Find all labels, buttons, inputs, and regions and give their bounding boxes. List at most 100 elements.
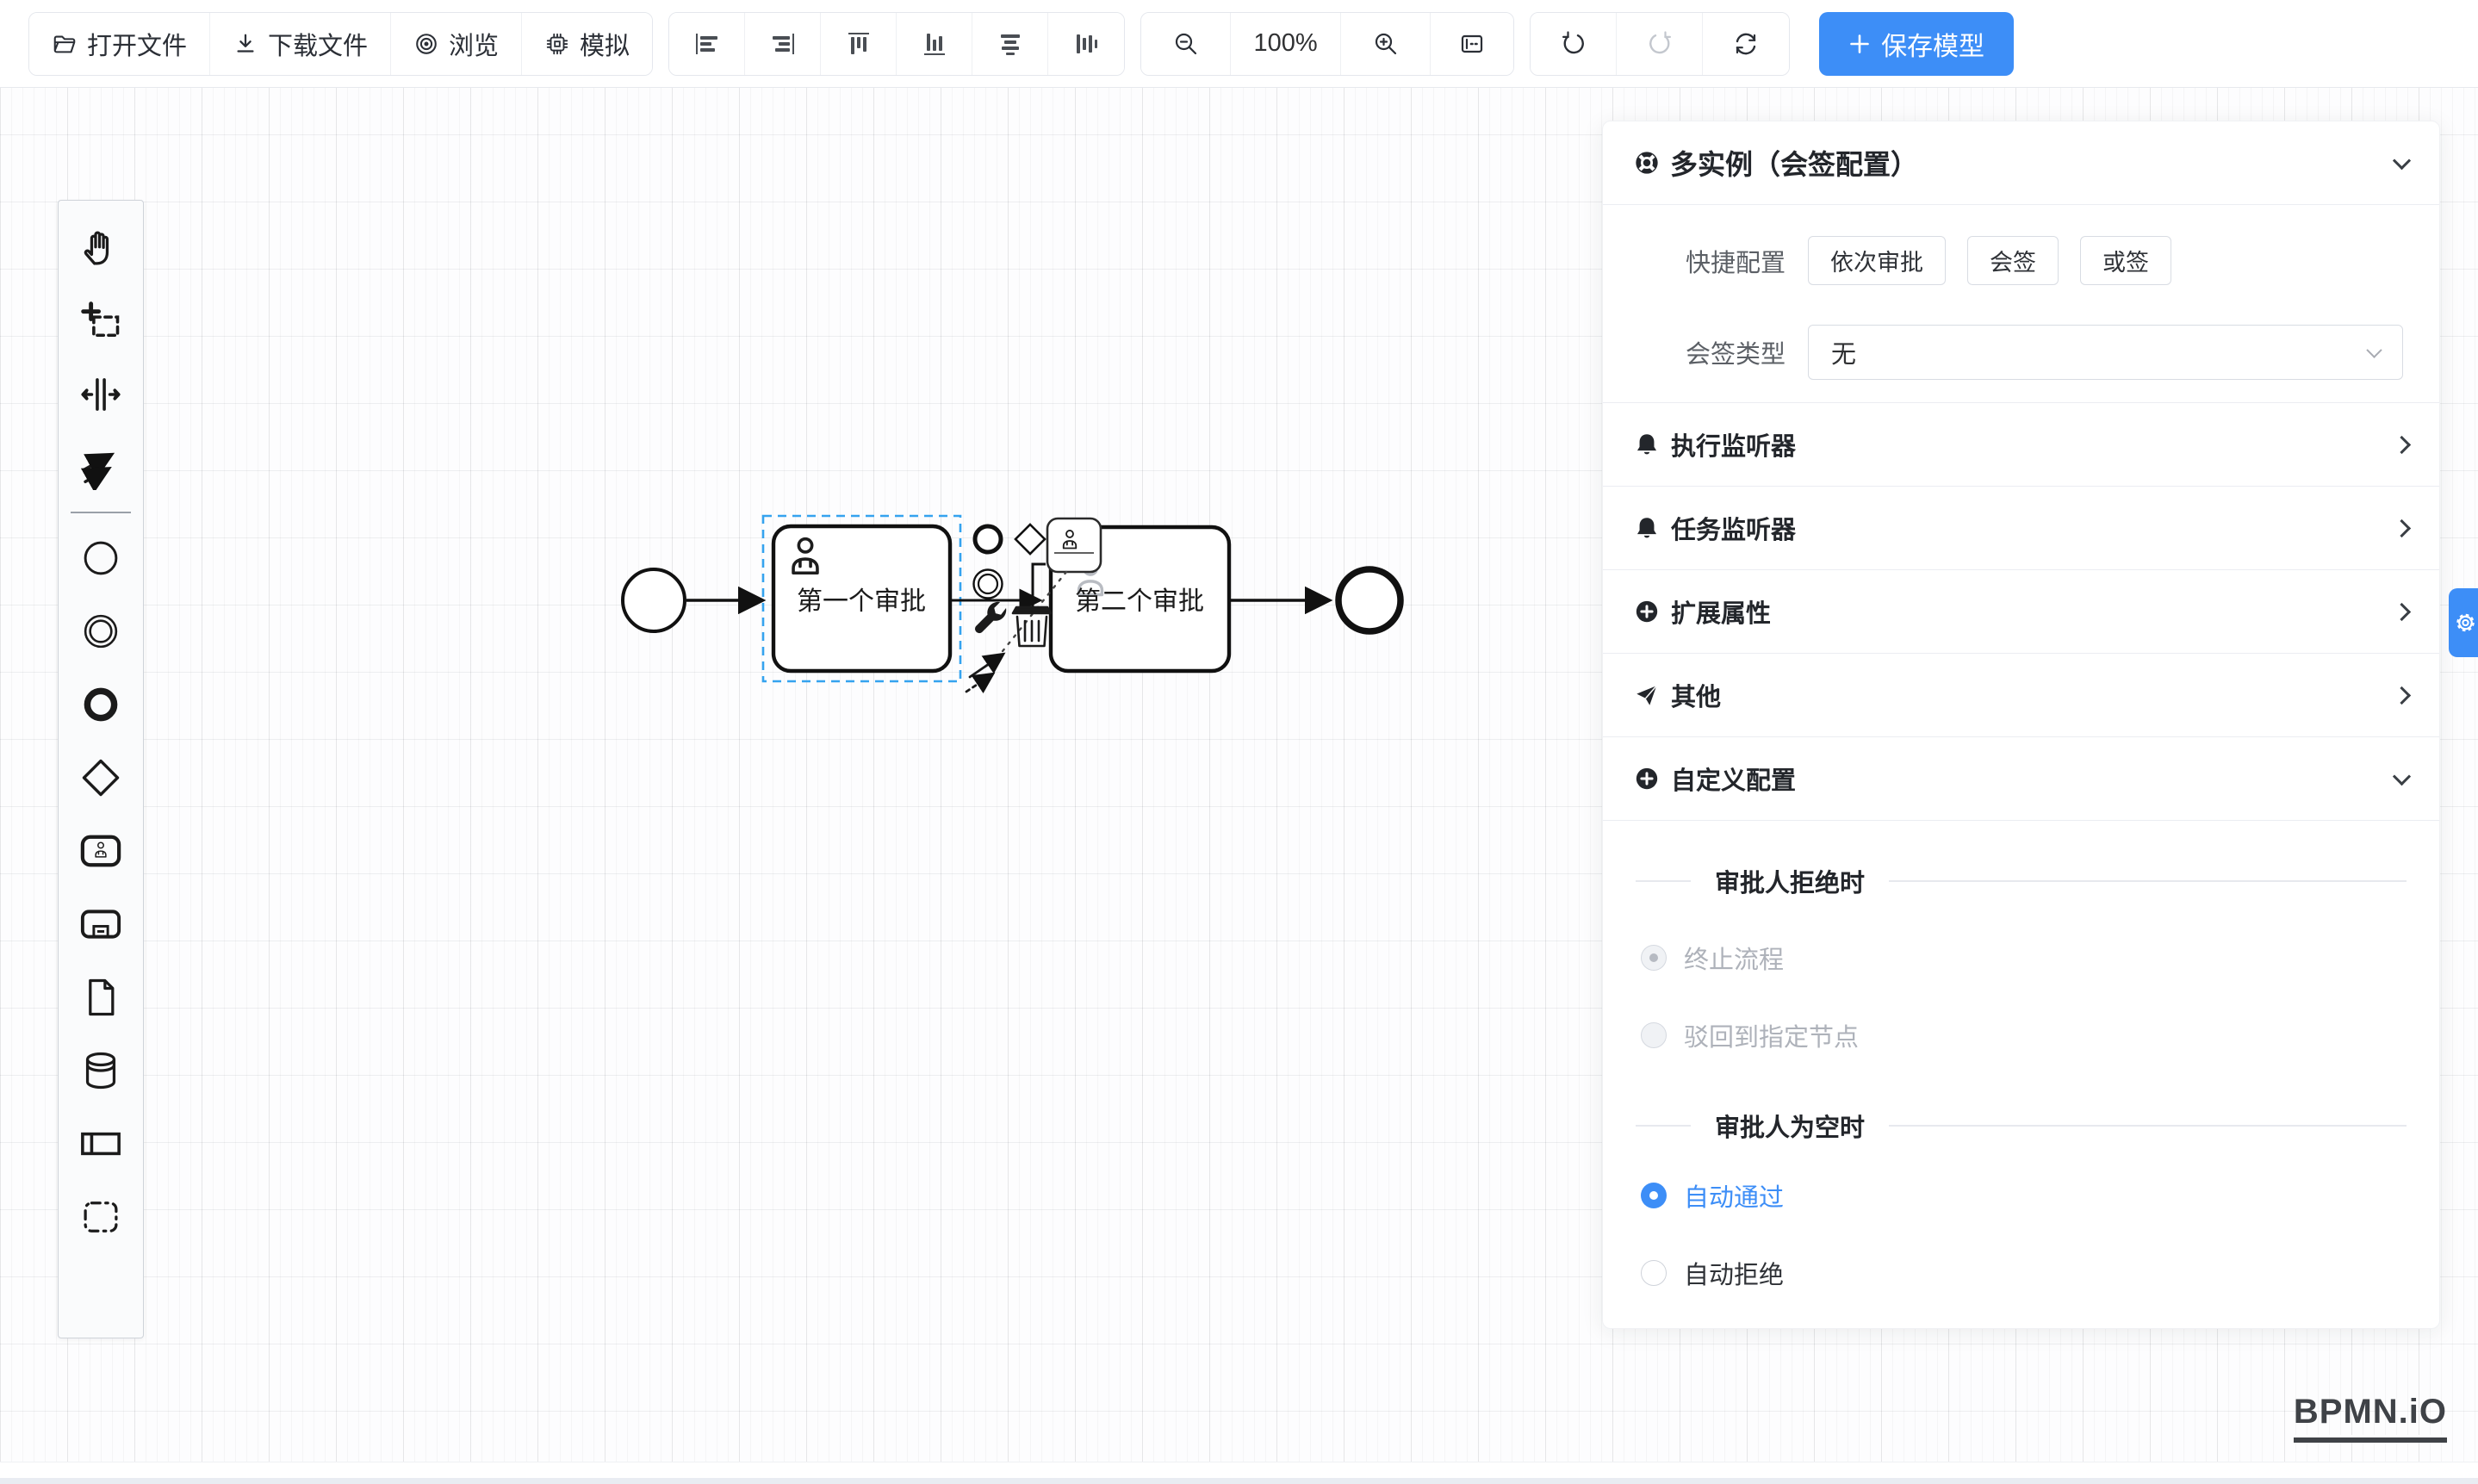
- panel-header[interactable]: 多实例（会签配置）: [1603, 121, 2439, 205]
- plus-circle-icon: [1634, 766, 1660, 792]
- chevron-down-icon: [2393, 767, 2411, 785]
- open-file-button[interactable]: 打开文件: [29, 13, 210, 75]
- zoom-out-icon: [1172, 30, 1200, 58]
- create-intermediate-event[interactable]: [59, 594, 143, 667]
- context-pad-append-end-event[interactable]: [975, 526, 1001, 552]
- plus-circle-icon: [1634, 599, 1660, 624]
- lasso-tool[interactable]: [59, 284, 143, 357]
- empty-group-title: 审批人为空时: [1636, 1108, 2407, 1143]
- chevron-down-icon: [2393, 152, 2411, 170]
- align-bottom-button[interactable]: [897, 13, 972, 75]
- quick-option-orsign[interactable]: 或签: [2080, 236, 2171, 285]
- zoom-button-group: 100%: [1140, 12, 1514, 76]
- bottom-edge: [0, 1478, 2478, 1484]
- chevron-right-icon: [2393, 518, 2411, 537]
- create-end-event[interactable]: [59, 667, 143, 741]
- section-execution-listener[interactable]: 执行监听器: [1603, 403, 2439, 487]
- create-participant[interactable]: [59, 1107, 143, 1180]
- save-model-button[interactable]: 保存模型: [1819, 12, 2014, 76]
- settings-edge-tab[interactable]: [2449, 588, 2478, 657]
- radio-return-to-node[interactable]: 驳回到指定节点: [1641, 1017, 2439, 1053]
- radio-selected-disabled-icon: [1641, 945, 1667, 971]
- reset-button[interactable]: [1703, 13, 1789, 75]
- save-model-label: 保存模型: [1881, 25, 1984, 63]
- participant-icon: [78, 1121, 123, 1166]
- zoom-in-button[interactable]: [1341, 13, 1431, 75]
- reject-group-title: 审批人拒绝时: [1636, 864, 2407, 898]
- create-data-store[interactable]: [59, 1034, 143, 1107]
- chevron-right-icon: [2393, 602, 2411, 620]
- quick-option-countersign[interactable]: 会签: [1967, 236, 2059, 285]
- section-task-listener[interactable]: 任务监听器: [1603, 487, 2439, 570]
- create-start-event[interactable]: [59, 521, 143, 594]
- radio-auto-reject[interactable]: 自动拒绝: [1641, 1255, 2439, 1291]
- start-event[interactable]: [623, 569, 685, 631]
- create-group[interactable]: [59, 1180, 143, 1253]
- fit-viewport-button[interactable]: [1431, 13, 1513, 75]
- gateway-icon: [78, 755, 123, 800]
- create-subprocess[interactable]: [59, 887, 143, 960]
- section-extended-properties[interactable]: 扩展属性: [1603, 570, 2439, 654]
- quick-option-sequential[interactable]: 依次审批: [1808, 236, 1946, 285]
- download-file-button[interactable]: 下载文件: [210, 13, 391, 75]
- properties-panel: 多实例（会签配置） 快捷配置 依次审批 会签 或签 会签类型 无 执行监听器: [1602, 121, 2440, 1329]
- radio-unselected-disabled-icon: [1641, 1022, 1667, 1048]
- sign-type-row: 会签类型 无: [1603, 325, 2439, 380]
- create-data-object[interactable]: [59, 960, 143, 1034]
- simulate-label: 模拟: [580, 26, 630, 62]
- space-tool[interactable]: [59, 357, 143, 431]
- align-left-button[interactable]: [669, 13, 745, 75]
- simulate-button[interactable]: 模拟: [522, 13, 652, 75]
- download-file-label: 下载文件: [268, 26, 368, 62]
- quick-config-label: 快捷配置: [1603, 243, 1786, 279]
- undo-button[interactable]: [1531, 13, 1617, 75]
- chevron-right-icon: [2393, 435, 2411, 453]
- data-store-icon: [78, 1048, 123, 1093]
- context-pad-wrench[interactable]: [975, 602, 1006, 633]
- section-custom-config[interactable]: 自定义配置: [1603, 737, 2439, 821]
- zoom-out-button[interactable]: [1141, 13, 1231, 75]
- create-gateway[interactable]: [59, 741, 143, 814]
- context-pad-append-gateway[interactable]: [1015, 525, 1045, 554]
- sign-type-select[interactable]: 无: [1808, 325, 2403, 380]
- radio-terminate-process[interactable]: 终止流程: [1641, 940, 2439, 976]
- redo-icon: [1646, 30, 1674, 58]
- context-pad-connect[interactable]: [966, 655, 1003, 692]
- intermediate-event-icon: [78, 609, 123, 654]
- fit-viewport-icon: [1458, 30, 1486, 58]
- align-right-button[interactable]: [745, 13, 821, 75]
- undo-icon: [1560, 30, 1587, 58]
- horizontal-scrollbar[interactable]: [0, 1462, 2478, 1478]
- task-first-approval[interactable]: 第一个审批: [773, 526, 950, 671]
- select-chevron-down-icon: [2366, 342, 2382, 357]
- radio-selected-icon: [1641, 1183, 1667, 1208]
- sign-type-value: 无: [1831, 334, 1856, 370]
- redo-button[interactable]: [1617, 13, 1703, 75]
- shape-palette: [58, 200, 144, 1338]
- context-pad-append-intermediate-event[interactable]: [974, 570, 1003, 599]
- preview-button[interactable]: 浏览: [391, 13, 522, 75]
- context-pad-append-task[interactable]: [1047, 518, 1101, 572]
- palette-separator: [71, 512, 132, 513]
- end-event[interactable]: [1338, 569, 1400, 631]
- align-middle-vertical-button[interactable]: [1048, 13, 1124, 75]
- global-connect-tool[interactable]: [59, 431, 143, 504]
- panel-sections: 执行监听器 任务监听器 扩展属性 其他: [1603, 402, 2439, 821]
- multi-instance-icon: [1634, 150, 1660, 176]
- file-button-group: 打开文件 下载文件 浏览 模拟: [28, 12, 653, 76]
- zoom-level: 100%: [1231, 13, 1341, 75]
- open-file-label: 打开文件: [87, 26, 187, 62]
- user-task-icon: [78, 829, 123, 873]
- hand-tool-icon: [78, 226, 123, 270]
- context-pad-delete[interactable]: [1013, 607, 1051, 646]
- lasso-tool-icon: [78, 299, 123, 344]
- align-center-horizontal-button[interactable]: [972, 13, 1048, 75]
- hand-tool[interactable]: [59, 211, 143, 284]
- radio-auto-pass[interactable]: 自动通过: [1641, 1177, 2439, 1214]
- align-top-button[interactable]: [821, 13, 897, 75]
- radio-unselected-icon: [1641, 1260, 1667, 1286]
- data-object-icon: [78, 975, 123, 1020]
- create-user-task[interactable]: [59, 814, 143, 887]
- section-other[interactable]: 其他: [1603, 654, 2439, 737]
- bpmn-io-logo-text: BPMN.iO: [2294, 1393, 2447, 1431]
